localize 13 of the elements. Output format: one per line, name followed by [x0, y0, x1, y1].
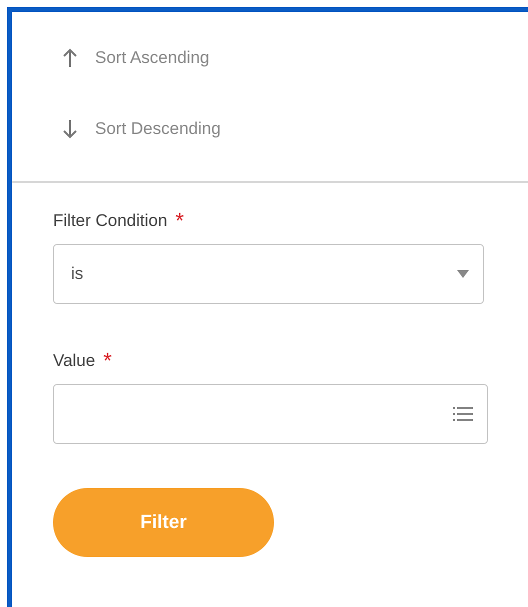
condition-dropdown[interactable]: is	[53, 244, 484, 304]
sort-option[interactable]: Sort Descending	[95, 118, 221, 138]
value-field[interactable]	[53, 384, 488, 444]
arrow-up-icon	[63, 48, 77, 68]
list-icon	[453, 406, 473, 422]
required-mark: *	[175, 210, 184, 232]
filter-button[interactable]: Filter	[53, 488, 274, 557]
required-mark: *	[103, 350, 112, 372]
sort-option[interactable]: Sort Ascending	[95, 48, 210, 68]
field-label: Filter Condition	[53, 211, 168, 231]
caret-icon	[457, 270, 469, 278]
field-label: Value	[53, 351, 96, 371]
arrow-down-icon	[63, 118, 77, 138]
